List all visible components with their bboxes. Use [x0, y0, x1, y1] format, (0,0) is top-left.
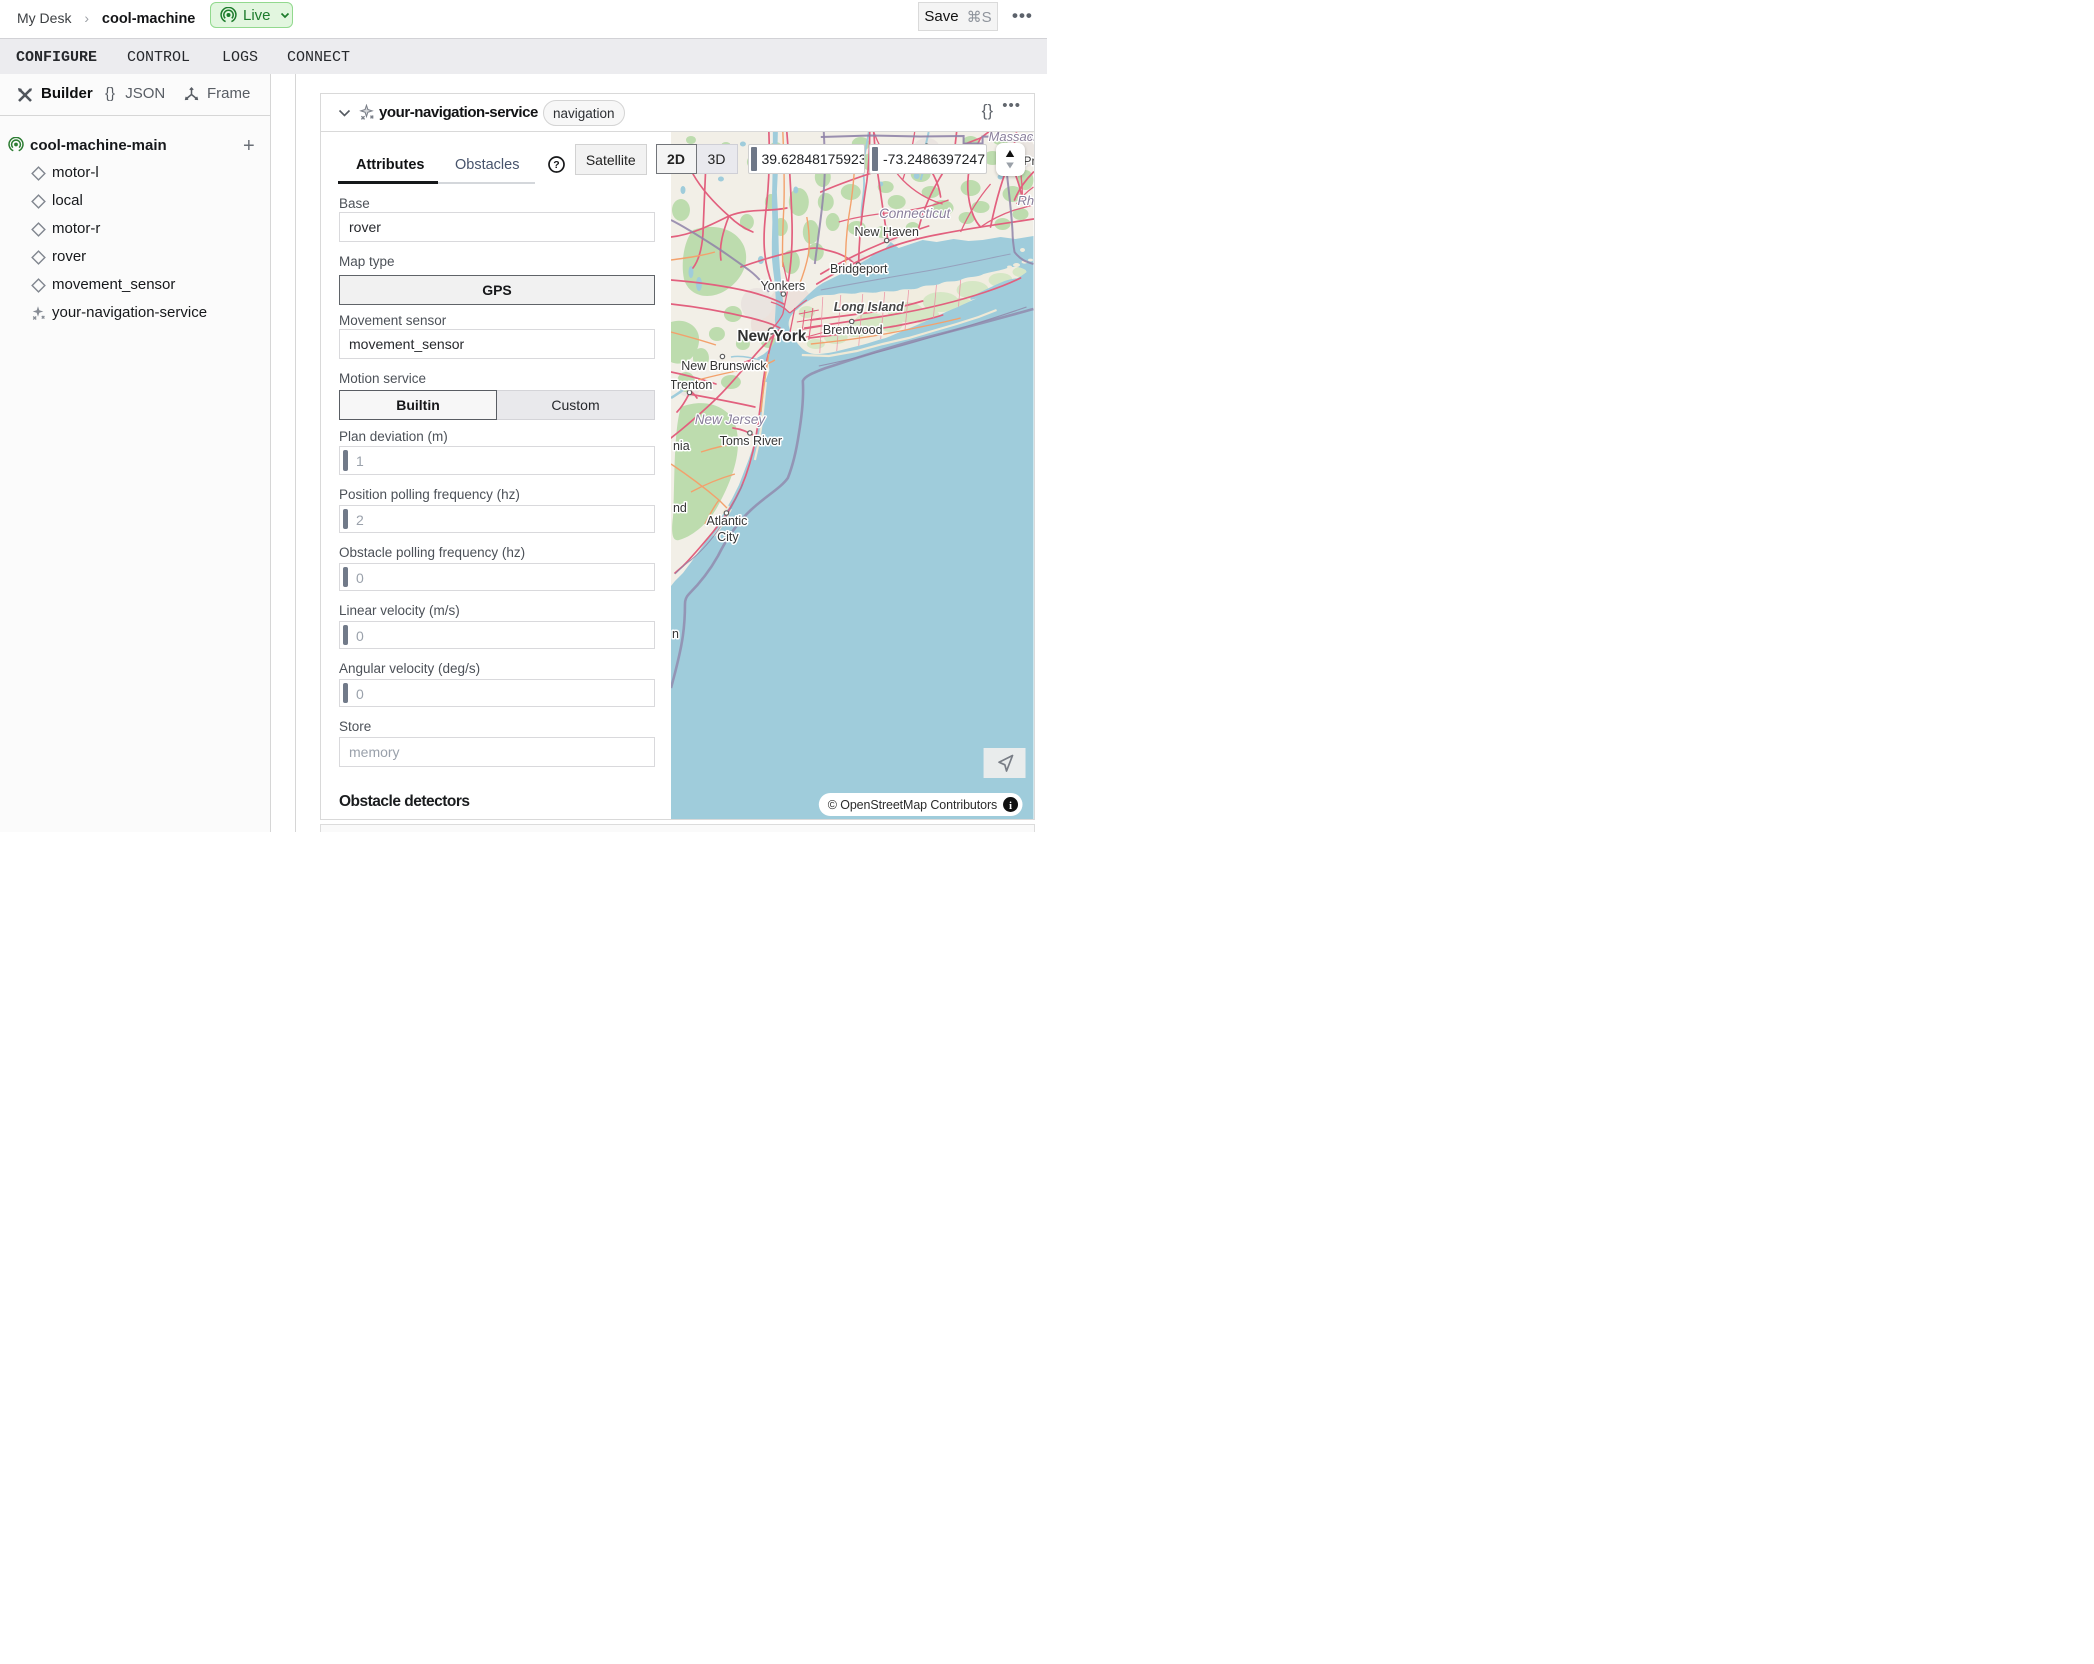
svg-text:nia: nia	[673, 438, 690, 452]
svg-text:Connecticut: Connecticut	[879, 205, 951, 220]
svg-text:Long Island: Long Island	[834, 299, 904, 313]
svg-text:Trenton: Trenton	[671, 377, 712, 391]
svg-text:Rhode Isla: Rhode Isla	[1018, 192, 1034, 207]
svg-text:New York: New York	[737, 327, 806, 344]
svg-text:i: i	[1009, 799, 1012, 811]
svg-text:Yonkers: Yonkers	[761, 278, 806, 292]
svg-text:New Haven: New Haven	[854, 224, 919, 238]
svg-text:Brentwood: Brentwood	[823, 322, 883, 336]
svg-text:nd: nd	[673, 500, 687, 514]
svg-text:Massachuse: Massachuse	[989, 132, 1034, 144]
svg-text:Bridgeport: Bridgeport	[830, 261, 888, 275]
svg-text:New Jersey: New Jersey	[695, 411, 767, 426]
svg-text:Toms River: Toms River	[720, 433, 782, 447]
svg-text:Atlantic: Atlantic	[706, 513, 747, 527]
svg-text:n: n	[672, 626, 679, 640]
svg-text:© OpenStreetMap Contributors: © OpenStreetMap Contributors	[828, 797, 997, 811]
svg-text:Providence: Providence	[1024, 153, 1034, 167]
svg-text:New Brunswick: New Brunswick	[681, 358, 767, 372]
svg-text:City: City	[717, 529, 739, 543]
svg-text:?: ?	[553, 159, 559, 171]
